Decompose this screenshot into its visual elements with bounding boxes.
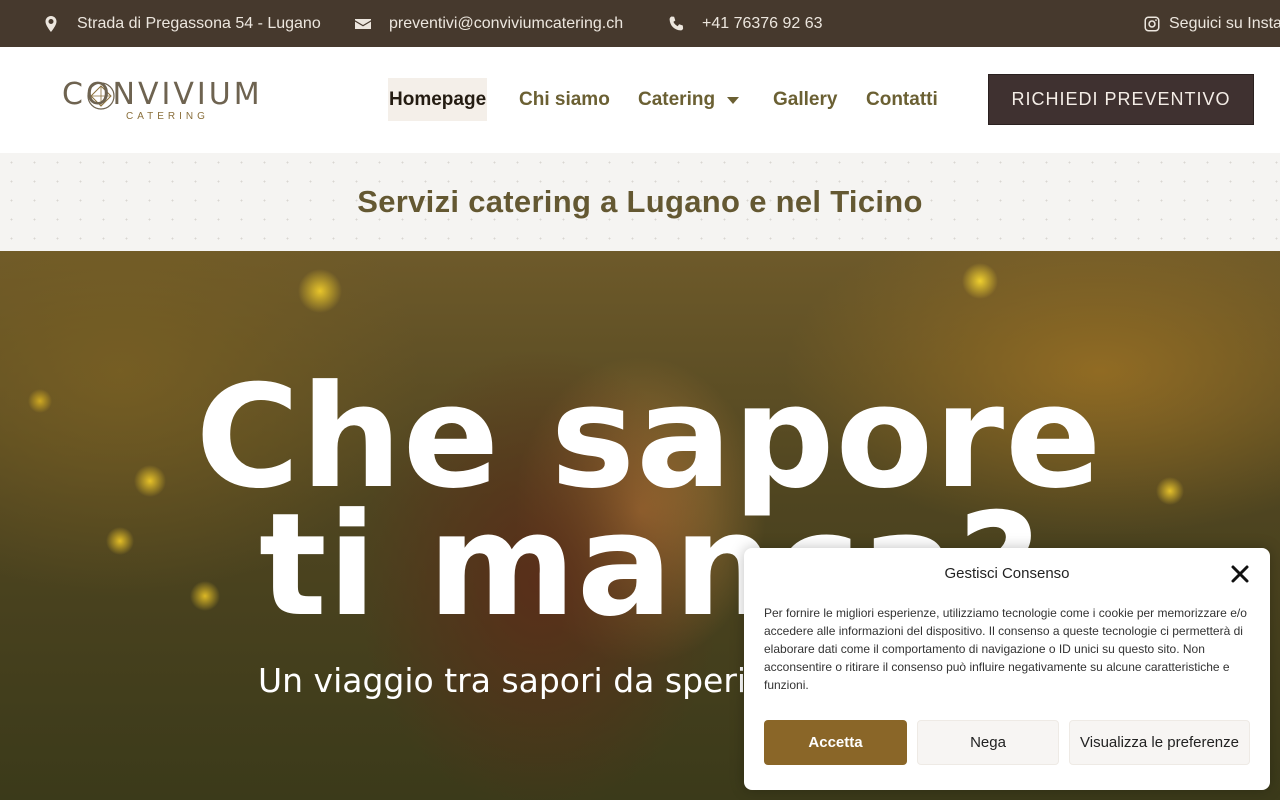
top-info-bar: Strada di Pregassona 54 - Lugano prevent… bbox=[0, 0, 1280, 47]
nav-chi-siamo-label: Chi siamo bbox=[519, 88, 610, 110]
nav-gallery[interactable]: Gallery bbox=[773, 78, 837, 121]
view-preferences-button[interactable]: Visualizza le preferenze bbox=[1069, 720, 1250, 765]
logo-tagline: CATERING bbox=[126, 111, 209, 122]
services-banner: Servizi catering a Lugano e nel Ticino bbox=[0, 153, 1280, 251]
envelope-icon bbox=[355, 16, 371, 32]
phone-link[interactable]: +41 76376 92 63 bbox=[702, 15, 823, 33]
nav-contatti[interactable]: Contatti bbox=[866, 78, 938, 121]
nav-chi-siamo[interactable]: Chi siamo bbox=[519, 78, 610, 121]
consent-text: Per fornire le migliori esperienze, util… bbox=[764, 606, 1247, 692]
nav-gallery-label: Gallery bbox=[773, 88, 838, 110]
logo[interactable]: CONVIVIUM CATERING bbox=[62, 77, 272, 125]
social-link[interactable]: Seguici su Insta bbox=[1169, 15, 1280, 33]
request-quote-button[interactable]: RICHIEDI PREVENTIVO bbox=[988, 74, 1254, 125]
instagram-icon bbox=[1144, 16, 1160, 32]
chevron-down-icon bbox=[727, 97, 740, 104]
nav-contatti-label: Contatti bbox=[866, 88, 938, 110]
logo-name: CONVIVIUM bbox=[62, 77, 263, 112]
site-header: CONVIVIUM CATERING Homepage Chi siamo Ca… bbox=[0, 47, 1280, 153]
cookie-consent-dialog: Gestisci Consenso Per fornire le miglior… bbox=[744, 548, 1270, 790]
email-item[interactable]: preventivi@conviviumcatering.ch bbox=[355, 0, 623, 47]
nav-catering[interactable]: Catering bbox=[638, 78, 740, 121]
phone-item[interactable]: +41 76376 92 63 bbox=[668, 0, 823, 47]
nav-homepage-label: Homepage bbox=[389, 88, 487, 110]
nav-catering-label: Catering bbox=[638, 88, 716, 110]
accept-button[interactable]: Accetta bbox=[764, 720, 907, 765]
consent-title: Gestisci Consenso bbox=[944, 565, 1070, 582]
email-link[interactable]: preventivi@conviviumcatering.ch bbox=[389, 15, 623, 33]
map-pin-icon bbox=[43, 15, 59, 32]
deny-button[interactable]: Nega bbox=[917, 720, 1059, 765]
nav-homepage[interactable]: Homepage bbox=[388, 78, 488, 121]
banner-title: Servizi catering a Lugano e nel Ticino bbox=[357, 184, 923, 219]
address-item[interactable]: Strada di Pregassona 54 - Lugano bbox=[43, 0, 321, 47]
close-icon[interactable] bbox=[1230, 564, 1250, 584]
phone-icon bbox=[668, 16, 684, 32]
address-text: Strada di Pregassona 54 - Lugano bbox=[77, 14, 321, 32]
social-item[interactable]: Seguici su Insta bbox=[1144, 0, 1280, 47]
